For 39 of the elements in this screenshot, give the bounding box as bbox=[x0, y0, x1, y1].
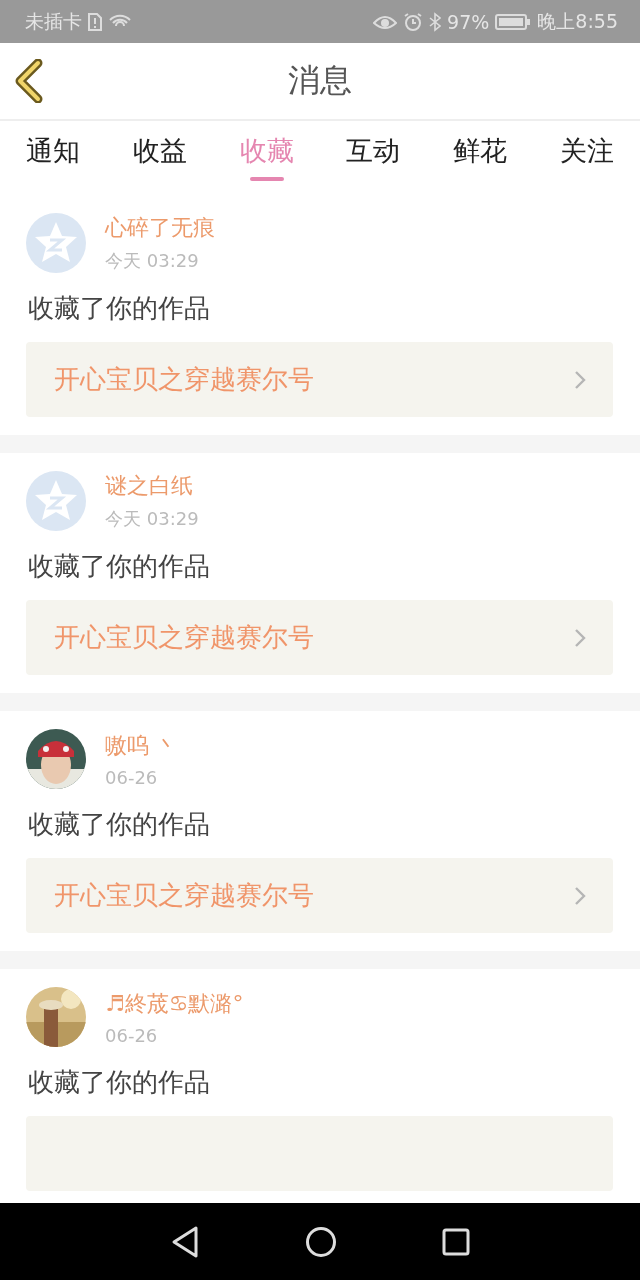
page-title: 消息 bbox=[288, 60, 352, 101]
work-link[interactable]: 开心宝贝之穿越赛尔号 bbox=[26, 600, 613, 675]
message-text: 收藏了你的作品 bbox=[28, 808, 211, 841]
chevron-right-icon bbox=[573, 884, 587, 907]
chevron-right-icon bbox=[573, 626, 587, 649]
sim-alert-icon bbox=[88, 12, 102, 31]
back-button[interactable] bbox=[14, 59, 44, 103]
user-name[interactable]: 嗷呜 丶 bbox=[105, 730, 178, 761]
tab[interactable]: 收藏 bbox=[239, 121, 294, 181]
carrier-text: 未插卡 bbox=[25, 8, 82, 34]
battery-percent: 97% bbox=[447, 10, 490, 33]
work-link[interactable]: 开心宝贝之穿越赛尔号 bbox=[26, 858, 613, 933]
battery-icon bbox=[495, 12, 532, 31]
default-avatar-icon bbox=[26, 471, 86, 531]
user-name[interactable]: ♬終荿♋默潞° bbox=[105, 988, 244, 1019]
clock-text: 晚上8:55 bbox=[537, 8, 618, 34]
user-name[interactable]: 谜之白纸 bbox=[105, 471, 199, 501]
recents-nav-icon[interactable] bbox=[442, 1227, 470, 1256]
home-nav-icon[interactable] bbox=[305, 1225, 337, 1258]
message-text: 收藏了你的作品 bbox=[28, 550, 211, 583]
back-icon bbox=[14, 59, 44, 103]
message-time: 今天 03:29 bbox=[105, 249, 200, 273]
default-avatar-icon bbox=[26, 213, 86, 273]
tab[interactable]: 互动 bbox=[346, 121, 401, 181]
message-time: 06-26 bbox=[105, 766, 159, 788]
tab[interactable]: 收益 bbox=[132, 121, 187, 181]
bluetooth-icon bbox=[429, 11, 442, 32]
message-text: 收藏了你的作品 bbox=[28, 1066, 211, 1099]
message-time: 今天 03:29 bbox=[105, 507, 199, 531]
alarm-icon bbox=[403, 11, 424, 32]
tab[interactable]: 鲜花 bbox=[453, 121, 508, 181]
tab[interactable]: 通知 bbox=[26, 121, 80, 181]
chevron-right-icon bbox=[573, 368, 587, 391]
message-text: 收藏了你的作品 bbox=[28, 292, 211, 325]
user-name[interactable]: 心碎了无痕 bbox=[105, 213, 215, 243]
message-time: 06-26 bbox=[105, 1024, 159, 1046]
work-link[interactable]: 开心宝贝之穿越赛尔号 bbox=[26, 342, 613, 417]
back-nav-icon[interactable] bbox=[170, 1224, 200, 1259]
tab[interactable]: 关注 bbox=[560, 121, 614, 181]
